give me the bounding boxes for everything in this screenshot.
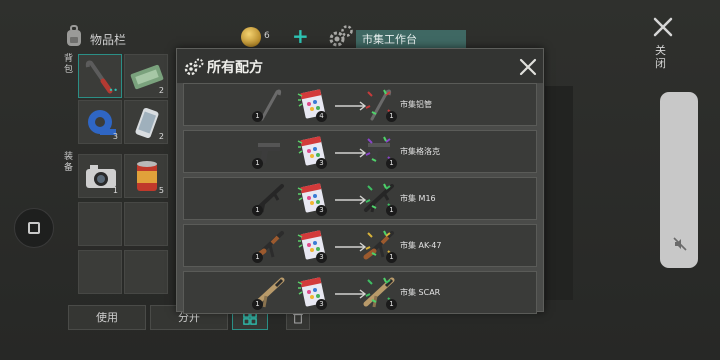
backpack-icon	[67, 25, 81, 46]
recipe-list[interactable]: 1 4 1 市集铝管 1 3 1 市集格洛克 1 3 1 市集 M16 1 3 1 市集 AK-47 1 3 1 市集…	[183, 83, 537, 314]
recipes-dialog: 所有配方 1 4 1 市集铝管 1 3 1 市集格洛克 1 3 1 市集 M16 1 3 1 市集 AK-47…	[176, 48, 544, 314]
crafted-item-icon: 1	[362, 133, 397, 169]
ak47-rifle-icon: 1	[252, 227, 286, 263]
coin-icon	[241, 27, 261, 47]
tab-equipment[interactable]: 装备	[64, 152, 76, 174]
crafted-item-icon: 1	[362, 227, 397, 263]
recipe-result-name: 市集 SCAR	[400, 288, 441, 297]
workbench-selector[interactable]: 市集工作台	[356, 30, 466, 50]
inventory-slot[interactable]: 1	[78, 154, 122, 198]
result-count: 1	[386, 205, 397, 216]
workbench-slots	[545, 86, 573, 300]
inventory-slot[interactable]: ••	[78, 54, 122, 98]
weapon-count: 1	[252, 205, 263, 216]
tickets-icon: 3	[296, 227, 330, 263]
muted-speaker-icon[interactable]	[672, 236, 688, 252]
recipe-row[interactable]: 1 3 1 市集格洛克	[183, 130, 537, 173]
recipe-row[interactable]: 1 3 1 市集 M16	[183, 177, 537, 220]
inventory-slot[interactable]	[124, 250, 168, 294]
pistol-icon: 1	[252, 133, 286, 169]
crafted-item-icon: 1	[362, 180, 397, 216]
recipe-result-name: 市集 AK-47	[400, 241, 442, 250]
weapon-count: 1	[252, 252, 263, 263]
crowbar-icon: 1	[252, 86, 286, 122]
close-label[interactable]: 关闭	[655, 44, 669, 70]
weapon-count: 1	[252, 299, 263, 310]
recipe-result-name: 市集铝管	[400, 100, 432, 109]
recipe-row[interactable]: 1 3 1 市集 AK-47	[183, 224, 537, 267]
result-count: 1	[386, 299, 397, 310]
inventory-slot[interactable]: 2	[124, 54, 168, 98]
recipe-result-name: 市集格洛克	[400, 147, 440, 156]
use-button[interactable]: 使用	[68, 305, 146, 330]
inventory-title: 物品栏	[90, 33, 127, 47]
crafted-item-icon: 1	[362, 274, 397, 310]
result-count: 1	[386, 111, 397, 122]
weapon-count: 1	[252, 158, 263, 169]
tickets-icon: 3	[296, 133, 330, 169]
gear-icon	[184, 58, 204, 76]
recipe-row[interactable]: 1 3 1 市集 SCAR	[183, 271, 537, 314]
inventory-slot[interactable]	[78, 202, 122, 246]
result-count: 1	[386, 158, 397, 169]
m16-rifle-icon: 1	[252, 180, 286, 216]
coin-count: 6	[264, 31, 270, 41]
ticket-count: 3	[316, 299, 327, 310]
result-count: 1	[386, 252, 397, 263]
inventory-slot[interactable]	[124, 202, 168, 246]
inventory-slot[interactable]: 5	[124, 154, 168, 198]
inventory-slot[interactable]: 2	[124, 100, 168, 144]
weapon-count: 1	[252, 111, 263, 122]
tab-backpack[interactable]: 背包	[64, 54, 76, 76]
ticket-count: 3	[316, 158, 327, 169]
tickets-icon: 3	[296, 274, 330, 310]
recipe-result-name: 市集 M16	[400, 194, 436, 203]
crafted-item-icon: 1	[362, 86, 397, 122]
scar-rifle-icon: 1	[252, 274, 286, 310]
inventory-slot[interactable]	[78, 250, 122, 294]
system-menu-button[interactable]	[14, 208, 54, 248]
gear-icon	[329, 25, 353, 47]
ticket-count: 3	[316, 252, 327, 263]
inventory-slot[interactable]: 3	[78, 100, 122, 144]
close-icon[interactable]	[650, 14, 676, 40]
ticket-count: 3	[316, 205, 327, 216]
square-icon	[28, 222, 40, 234]
ticket-count: 4	[316, 111, 327, 122]
recipe-row[interactable]: 1 4 1 市集铝管	[183, 83, 537, 126]
dialog-header: 所有配方	[177, 49, 543, 83]
tickets-icon: 3	[296, 180, 330, 216]
close-icon[interactable]	[517, 56, 539, 78]
add-coins-button[interactable]: +	[292, 26, 309, 46]
dialog-title: 所有配方	[207, 60, 263, 76]
tickets-icon: 4	[296, 86, 330, 122]
